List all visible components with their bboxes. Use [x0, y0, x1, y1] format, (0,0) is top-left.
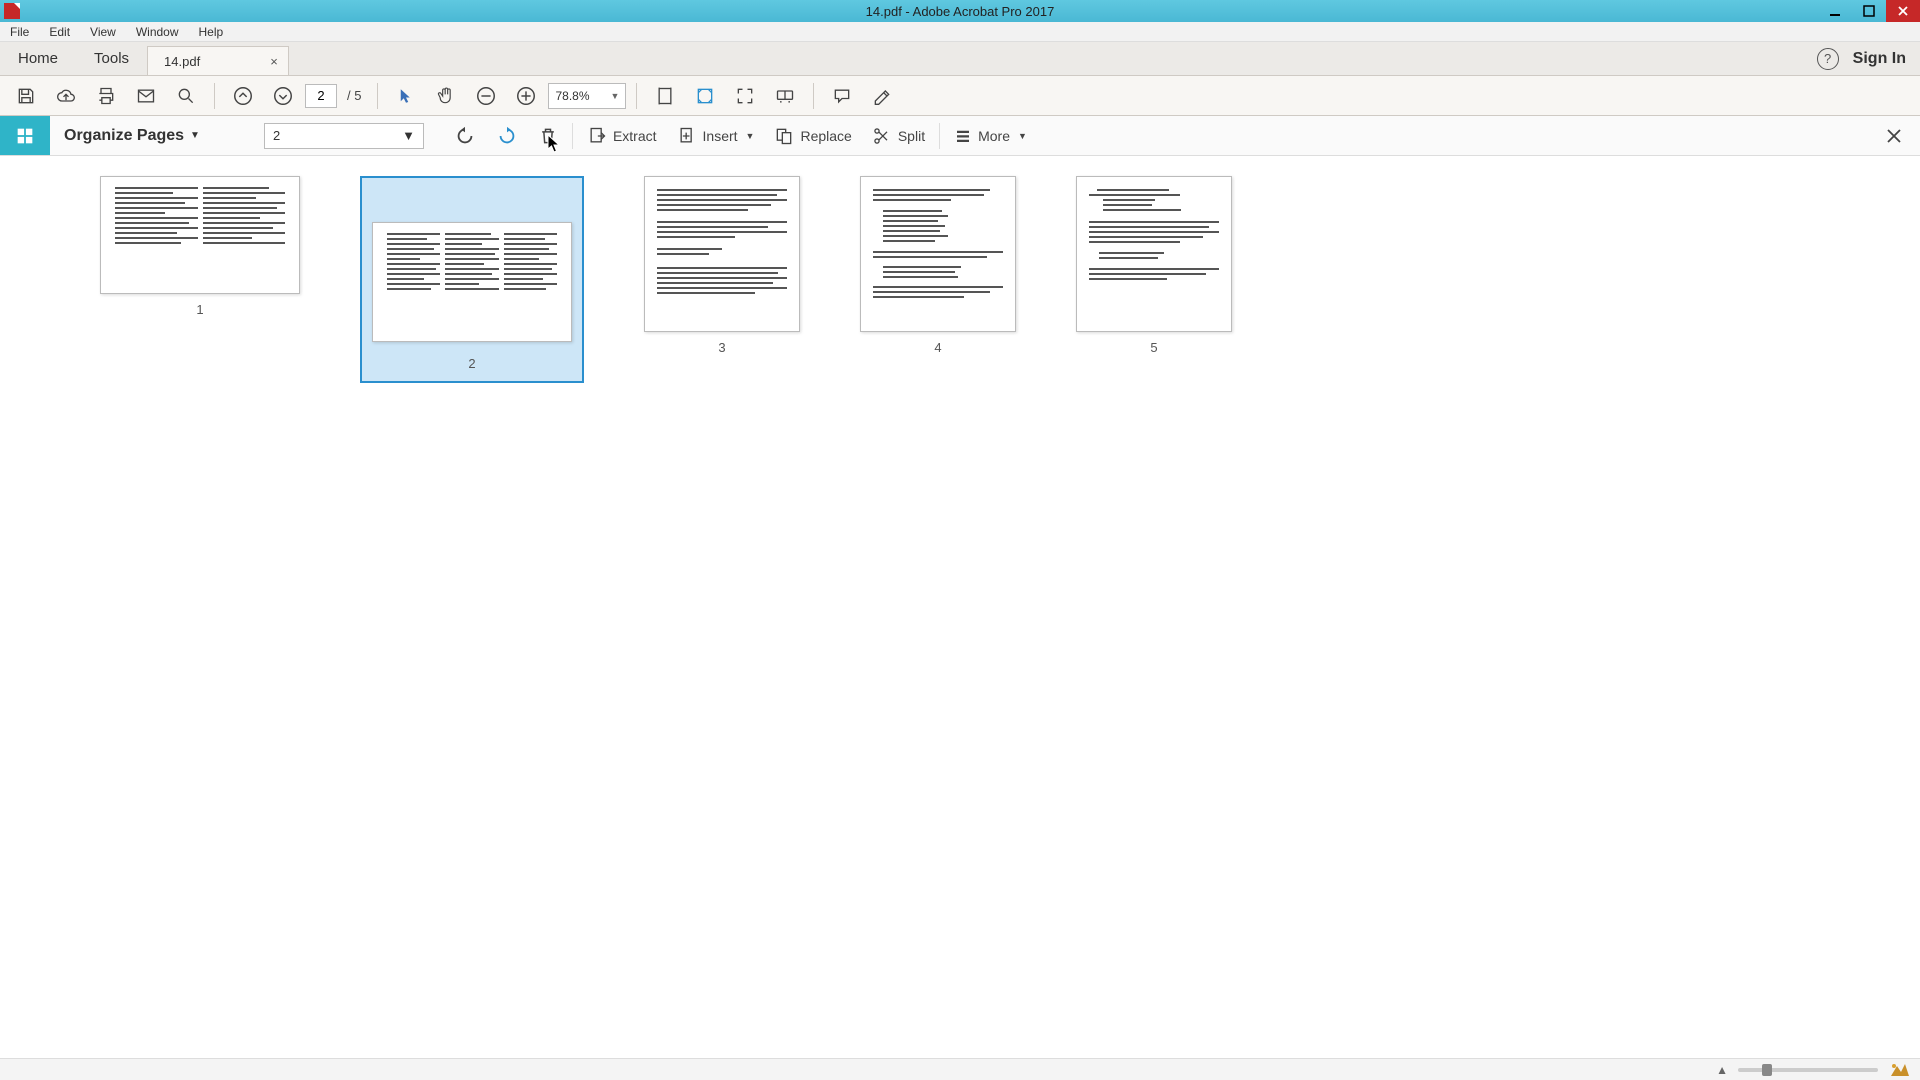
corner-decoration	[1888, 1061, 1910, 1079]
separator	[939, 123, 940, 149]
statusbar: ▲	[0, 1058, 1920, 1080]
help-icon[interactable]: ?	[1817, 48, 1839, 70]
organize-toolbar: Organize Pages ▼ 2 ▼ Extract Insert ▼ Re…	[0, 116, 1920, 156]
menu-file[interactable]: File	[0, 22, 39, 41]
organize-page-select[interactable]: 2 ▼	[264, 123, 424, 149]
fullscreen-icon[interactable]	[727, 80, 763, 112]
zoom-select[interactable]: 78.8% ▼	[548, 83, 626, 109]
maximize-button[interactable]	[1852, 0, 1886, 22]
next-page-icon[interactable]	[265, 80, 301, 112]
split-label: Split	[898, 128, 925, 144]
thumbnail-number: 2	[468, 356, 475, 371]
read-mode-icon[interactable]	[767, 80, 803, 112]
hand-tool-icon[interactable]	[428, 80, 464, 112]
highlight-icon[interactable]	[864, 80, 900, 112]
fit-width-icon[interactable]	[647, 80, 683, 112]
cloud-upload-icon[interactable]	[48, 80, 84, 112]
delete-page-button[interactable]	[528, 120, 568, 152]
page-thumbnail[interactable]	[372, 222, 572, 342]
thumbnail-3[interactable]: 3	[644, 176, 800, 355]
page-thumbnail[interactable]	[860, 176, 1016, 332]
organize-title-label: Organize Pages	[64, 127, 184, 145]
insert-label: Insert	[703, 128, 738, 144]
organize-title-dropdown[interactable]: Organize Pages ▼	[50, 127, 214, 145]
prev-page-icon[interactable]	[225, 80, 261, 112]
rotate-cw-button[interactable]	[486, 120, 528, 152]
tab-home[interactable]: Home	[0, 42, 76, 75]
tab-tools[interactable]: Tools	[76, 42, 147, 75]
extract-button[interactable]: Extract	[577, 120, 667, 152]
organize-close-button[interactable]	[1874, 116, 1914, 156]
slider-handle[interactable]	[1762, 1064, 1772, 1076]
thumbnail-2-selected[interactable]: 2	[360, 176, 584, 383]
separator	[572, 123, 573, 149]
replace-label: Replace	[800, 128, 851, 144]
page-thumbnail[interactable]	[100, 176, 300, 294]
close-button[interactable]	[1886, 0, 1920, 22]
thumbnail-area[interactable]: 1 2	[0, 156, 1920, 1058]
sign-in-link[interactable]: Sign In	[1853, 50, 1906, 68]
search-icon[interactable]	[168, 80, 204, 112]
page-number-input[interactable]	[305, 84, 337, 108]
page-thumbnail[interactable]	[644, 176, 800, 332]
email-icon[interactable]	[128, 80, 164, 112]
separator	[813, 83, 814, 109]
menu-help[interactable]: Help	[189, 22, 234, 41]
menu-window[interactable]: Window	[126, 22, 189, 41]
chevron-down-icon: ▼	[190, 130, 200, 141]
separator	[214, 83, 215, 109]
thumbnail-1[interactable]: 1	[100, 176, 300, 317]
chevron-down-icon: ▼	[402, 128, 415, 143]
thumbnail-number: 3	[718, 340, 725, 355]
thumbnail-5[interactable]: 5	[1076, 176, 1232, 355]
page-total-label: / 5	[347, 88, 361, 103]
document-tab-label: 14.pdf	[164, 54, 200, 69]
menu-view[interactable]: View	[80, 22, 126, 41]
separator	[636, 83, 637, 109]
split-button[interactable]: Split	[862, 120, 935, 152]
organize-page-select-value: 2	[273, 128, 280, 143]
more-label: More	[978, 128, 1010, 144]
organize-panel-icon[interactable]	[0, 116, 50, 155]
thumbnail-zoom-slider[interactable]	[1738, 1068, 1878, 1072]
document-tab[interactable]: 14.pdf ×	[147, 46, 289, 75]
print-icon[interactable]	[88, 80, 124, 112]
rotate-ccw-button[interactable]	[444, 120, 486, 152]
chevron-down-icon: ▼	[1018, 131, 1027, 141]
insert-button[interactable]: Insert ▼	[667, 120, 765, 152]
comment-icon[interactable]	[824, 80, 860, 112]
window-controls	[1818, 0, 1920, 22]
zoom-in-icon[interactable]	[508, 80, 544, 112]
selection-tool-icon[interactable]	[388, 80, 424, 112]
chevron-down-icon: ▼	[746, 131, 755, 141]
separator	[377, 83, 378, 109]
extract-label: Extract	[613, 128, 657, 144]
tabstrip: Home Tools 14.pdf × ? Sign In	[0, 42, 1920, 76]
page-thumbnail[interactable]	[1076, 176, 1232, 332]
zoom-value: 78.8%	[555, 89, 589, 103]
thumbnail-number: 5	[1150, 340, 1157, 355]
minimize-button[interactable]	[1818, 0, 1852, 22]
fit-page-icon[interactable]	[687, 80, 723, 112]
document-tab-close-icon[interactable]: ×	[270, 54, 278, 69]
thumbnail-4[interactable]: 4	[860, 176, 1016, 355]
thumbnail-row: 1 2	[40, 176, 1880, 383]
menu-edit[interactable]: Edit	[39, 22, 80, 41]
main-toolbar: / 5 78.8% ▼	[0, 76, 1920, 116]
thumbnail-number: 1	[196, 302, 203, 317]
zoom-out-small-icon[interactable]: ▲	[1716, 1063, 1728, 1077]
window-title: 14.pdf - Adobe Acrobat Pro 2017	[866, 4, 1055, 19]
thumbnail-number: 4	[934, 340, 941, 355]
acrobat-app-icon	[4, 3, 20, 19]
save-icon[interactable]	[8, 80, 44, 112]
zoom-out-icon[interactable]	[468, 80, 504, 112]
replace-button[interactable]: Replace	[764, 120, 861, 152]
chevron-down-icon: ▼	[611, 91, 620, 101]
more-button[interactable]: More ▼	[944, 120, 1037, 152]
menubar: File Edit View Window Help	[0, 22, 1920, 42]
titlebar: 14.pdf - Adobe Acrobat Pro 2017	[0, 0, 1920, 22]
